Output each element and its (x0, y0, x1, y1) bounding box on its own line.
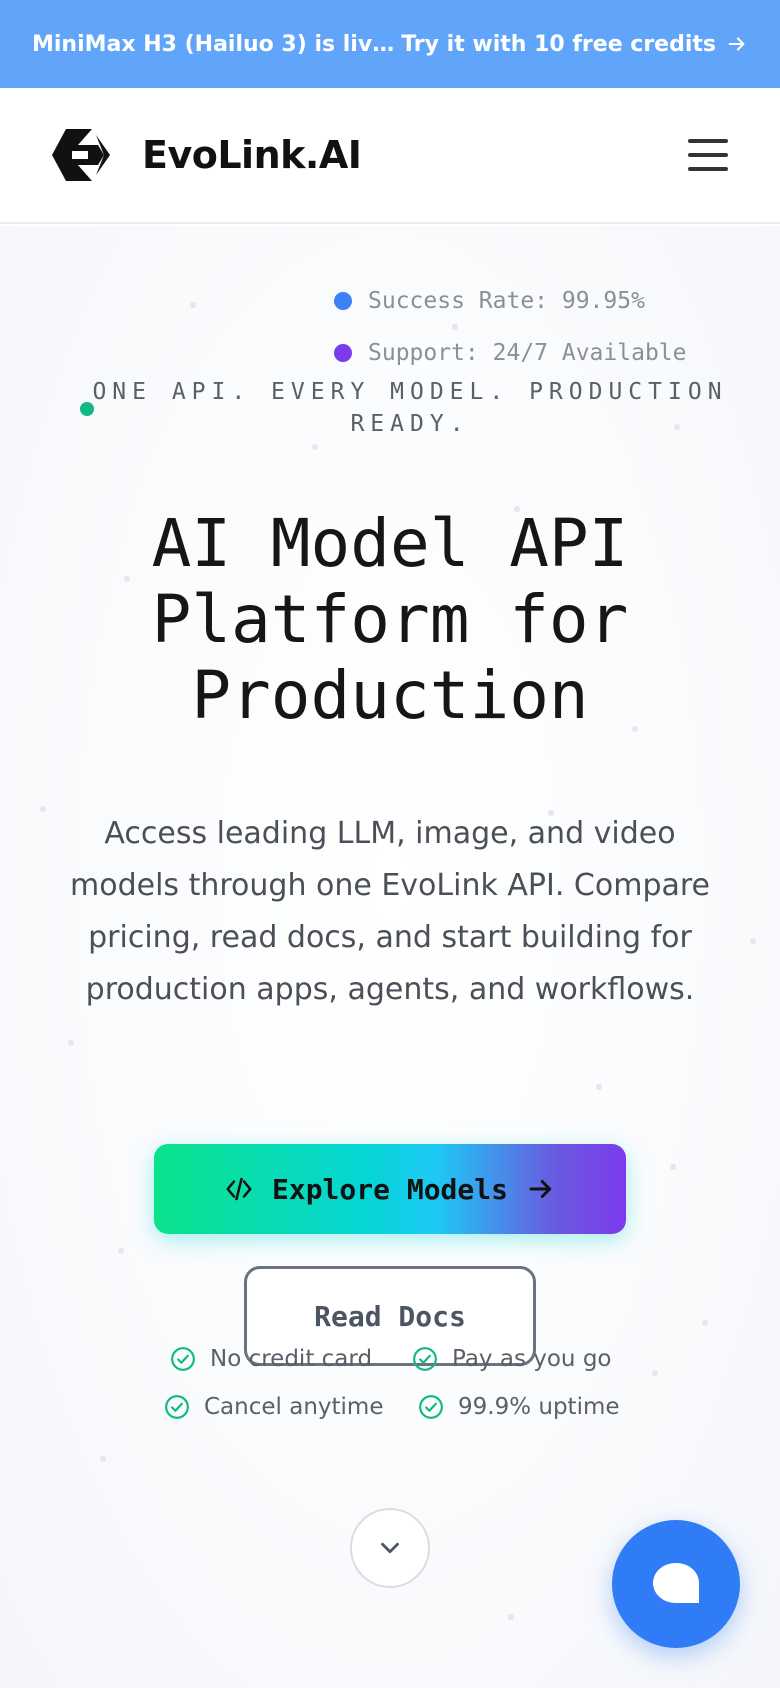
background-dot (68, 1040, 74, 1046)
brand-name: EvoLink.AI (142, 133, 362, 177)
check-circle-icon (419, 1395, 443, 1419)
background-dot (670, 1164, 676, 1170)
site-header: EvoLink.AI (0, 88, 780, 224)
feature-item: No credit card (170, 1346, 372, 1372)
evolink-logo-icon (52, 127, 112, 183)
feature-label: Cancel anytime (204, 1394, 384, 1420)
background-dot (596, 1084, 602, 1090)
announcement-banner[interactable]: MiniMax H3 (Hailuo 3) is live o... Try i… (0, 0, 780, 88)
check-circle-icon (413, 1347, 437, 1371)
hero-description: Access leading LLM, image, and video mod… (70, 816, 711, 1007)
check-circle-icon (165, 1395, 189, 1419)
check-circle-icon (171, 1347, 195, 1371)
feature-label: 99.9% uptime (458, 1394, 620, 1420)
background-dot (40, 806, 46, 812)
feature-item: Pay as you go (412, 1346, 611, 1372)
stat-support-text: Support: 24/7 Available (368, 340, 687, 366)
code-icon (226, 1177, 252, 1201)
background-dot (750, 938, 756, 944)
background-dot (652, 1370, 658, 1376)
background-dot (100, 1456, 106, 1462)
chevron-down-icon (381, 1542, 399, 1554)
announcement-cta-link[interactable]: Try it with 10 free credits (401, 32, 748, 57)
hamburger-menu-icon[interactable] (688, 139, 728, 171)
hero-title: AI Model API Platform for Production (151, 505, 629, 734)
chat-bubble-icon (653, 1563, 699, 1603)
scroll-down-button[interactable] (350, 1508, 430, 1588)
background-dot (190, 302, 196, 308)
announcement-cta-label: Try it with 10 free credits (401, 31, 716, 57)
background-dot (118, 1248, 124, 1254)
stat-success-rate-text: Success Rate: 99.95% (368, 288, 645, 314)
stat-success-rate: Success Rate: 99.95% (334, 288, 645, 314)
hero-section: Success Rate: 99.95% Support: 24/7 Avail… (0, 226, 780, 1688)
status-dot (334, 292, 352, 310)
background-dot (452, 324, 458, 330)
read-docs-label: Read Docs (314, 1299, 466, 1333)
explore-models-label: Explore Models (271, 1172, 508, 1206)
chat-widget-button[interactable] (612, 1520, 740, 1648)
arrow-right-icon (728, 37, 745, 51)
status-dot (334, 344, 352, 362)
feature-item: Cancel anytime (164, 1394, 383, 1420)
hero-eyebrow: ONE API. EVERY MODEL. PRODUCTION READY. (92, 379, 728, 437)
feature-label: Pay as you go (452, 1346, 612, 1372)
arrow-right-icon (529, 1180, 552, 1198)
feature-item: 99.9% uptime (418, 1394, 620, 1420)
background-dot (508, 1614, 514, 1620)
stat-support: Support: 24/7 Available (334, 340, 687, 366)
background-dot (312, 444, 318, 450)
explore-models-button[interactable]: Explore Models (154, 1144, 626, 1234)
brand-link[interactable]: EvoLink.AI (52, 127, 362, 183)
feature-label: No credit card (210, 1346, 373, 1372)
announcement-text[interactable]: MiniMax H3 (Hailuo 3) is live o... (32, 32, 401, 57)
background-dot (702, 1320, 708, 1326)
